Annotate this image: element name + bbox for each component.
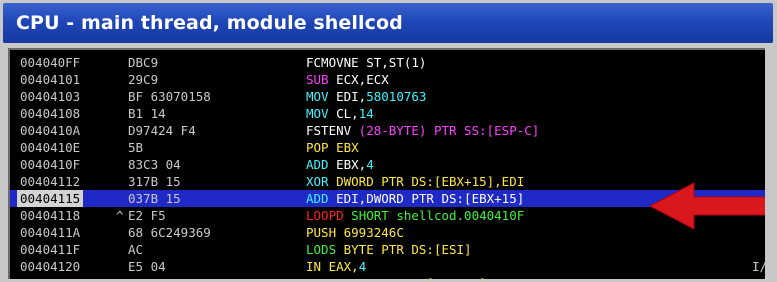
title-bar[interactable]: CPU - main thread, module shellcod: [3, 3, 773, 43]
table-row[interactable]: 0040411F AC LODS BYTE PTR DS:[ESI]: [10, 241, 765, 258]
hex-dump-cell: BF 63070158: [128, 89, 211, 104]
operands: SHORT shellcod.0040410F: [343, 208, 525, 223]
hex-dump-cell: B1 14: [128, 106, 166, 121]
hex-dump-cell: E2 F5: [128, 208, 166, 223]
comment-cell: I/0: [752, 259, 765, 274]
disassembly-cell: POP EBX: [306, 139, 359, 156]
operands: DWORD PTR DS:[EBX+15],EDI: [328, 174, 525, 189]
table-row[interactable]: 0040410A D97424 F4 FSTENV (28-BYTE) PTR SS…: [10, 122, 765, 139]
table-row[interactable]: 00404101 29C9 SUB ECX,ECX: [10, 71, 765, 88]
disassembly-cell: LOOPD SHORT shellcod.0040410F: [306, 207, 524, 224]
immediate-value: 4: [358, 259, 367, 274]
hex-dump-cell: 317B 15: [128, 174, 181, 189]
table-row[interactable]: 004040FF DBC9 FCMOVNE ST,ST(1): [10, 54, 765, 71]
operands: EBX,: [328, 157, 367, 172]
disassembly-pane[interactable]: 004040FF DBC9 FCMOVNE ST,ST(1) 00404101 29C9…: [8, 48, 765, 279]
immediate-value: 4: [366, 157, 374, 172]
address-cell: 00404101: [20, 72, 81, 87]
disassembly-cell: MOV EDI,58010763: [306, 88, 426, 105]
address-cell: 00404112: [20, 174, 81, 189]
disassembly-cell: XOR DWORD PTR DS:[EBX+15],EDI: [306, 173, 524, 190]
immediate-value: 58010763: [366, 89, 427, 104]
disassembly-cell: FCMOVNE ST,ST(1): [306, 54, 426, 71]
address-cell: 00404120: [20, 259, 81, 274]
immediate-value: 14: [358, 106, 374, 121]
address-cell: 0040410E: [20, 140, 81, 155]
table-row[interactable]: 00404120 E5 04 IN EAX,4 I/0: [10, 258, 765, 275]
mnemonic: LODS: [306, 242, 337, 257]
disassembly-cell: LODS BYTE PTR DS:[ESI]: [306, 241, 472, 258]
hex-dump-cell: 68 6C249369: [128, 225, 211, 240]
table-row[interactable]: 00404122 1849 60 SBB BYTE PTR DS:[ECX+60],…: [10, 275, 765, 279]
mnemonic: LOOPD: [306, 208, 344, 223]
mnemonic: SBB: [306, 276, 329, 279]
mnemonic: XOR: [306, 174, 329, 189]
address-cell: 0040410A: [20, 123, 81, 138]
operands: ECX,ECX: [328, 72, 389, 87]
disassembly-cell: ADD EDI,DWORD PTR DS:[EBX+15]: [306, 190, 524, 207]
mnemonic: MOV: [306, 106, 329, 121]
mnemonic: FCMOVNE: [306, 55, 359, 70]
operands: CL,: [328, 106, 359, 121]
hex-dump-cell: 29C9: [128, 72, 159, 87]
jump-marker: ^: [116, 208, 124, 223]
hex-dump-cell: 83C3 04: [128, 157, 181, 172]
disassembly-cell: PUSH 6993246C: [306, 224, 404, 241]
address-cell: 00404118: [20, 208, 81, 223]
table-row[interactable]: 0040410E 5B POP EBX: [10, 139, 765, 156]
operands: ST,ST(1): [358, 55, 427, 70]
address-cell: 004040FF: [20, 55, 81, 70]
mnemonic: SUB: [306, 72, 329, 87]
address-cell: 00404122: [20, 275, 80, 279]
address-cell: 00404115: [17, 190, 84, 207]
hex-dump-cell: D97424 F4: [128, 123, 196, 138]
red-arrow-icon: [650, 182, 765, 230]
window-title: CPU - main thread, module shellcod: [16, 12, 403, 34]
hex-dump-cell: 1849 60: [128, 275, 181, 279]
operands: EDI,: [328, 89, 367, 104]
hex-dump-cell: 5B: [128, 140, 144, 155]
hex-dump-cell: E5 04: [128, 259, 166, 274]
disassembly-cell: SUB ECX,ECX: [306, 71, 389, 88]
cpu-window: CPU - main thread, module shellcod 00404…: [0, 0, 777, 282]
operands: EDI,DWORD PTR DS:[EBX+15]: [328, 191, 525, 206]
operands: EAX,: [321, 259, 359, 274]
operands: BYTE PTR DS:[ESI]: [336, 242, 472, 257]
disassembly-cell: ADD EBX,4: [306, 156, 374, 173]
address-cell: 00404103: [20, 89, 81, 104]
address-cell: 0040411F: [20, 242, 81, 257]
address-cell: 00404108: [20, 106, 81, 121]
operands: 6993246C: [336, 225, 404, 240]
hex-dump-cell: 037B 15: [128, 191, 181, 206]
disassembly-cell: SBB BYTE PTR DS:[ECX+60],CL: [306, 275, 509, 279]
disassembly-cell: MOV CL,14: [306, 105, 374, 122]
address-cell: 0040411A: [20, 225, 81, 240]
operands: BYTE PTR DS:[ECX+60],CL: [329, 276, 509, 279]
hex-dump-cell: DBC9: [128, 55, 159, 70]
mnemonic: ADD: [306, 157, 329, 172]
mnemonic: IN: [306, 259, 322, 274]
table-row[interactable]: 00404103 BF 63070158 MOV EDI,58010763: [10, 88, 765, 105]
mnemonic: FSTENV: [306, 123, 352, 138]
mnemonic: MOV: [306, 89, 329, 104]
disassembly-cell: IN EAX,4: [306, 258, 366, 275]
operands: (28-BYTE) PTR SS:[ESP-C]: [351, 123, 540, 138]
hex-dump-cell: AC: [128, 242, 144, 257]
mnemonic: POP: [306, 140, 329, 155]
disassembly-cell: FSTENV (28-BYTE) PTR SS:[ESP-C]: [306, 122, 539, 139]
table-row[interactable]: 0040410F 83C3 04 ADD EBX,4: [10, 156, 765, 173]
mnemonic: ADD: [306, 191, 329, 206]
address-cell: 0040410F: [20, 157, 81, 172]
mnemonic: PUSH: [306, 225, 337, 240]
operands: EBX: [328, 140, 359, 155]
table-row[interactable]: 00404108 B1 14 MOV CL,14: [10, 105, 765, 122]
